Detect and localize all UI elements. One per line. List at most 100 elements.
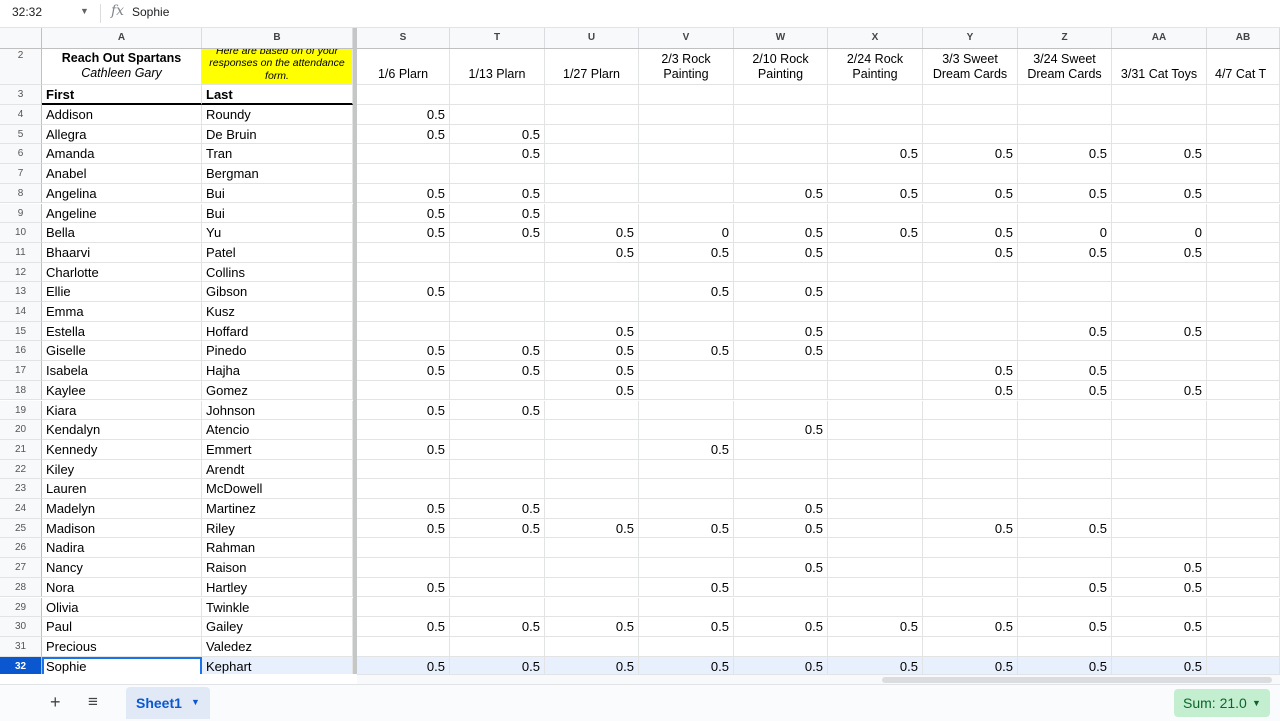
attendance-cell[interactable] <box>1018 479 1112 499</box>
attendance-cell[interactable] <box>545 105 639 125</box>
attendance-cell[interactable]: 0.5 <box>639 518 734 539</box>
attendance-cell[interactable] <box>639 400 734 421</box>
attendance-cell[interactable] <box>357 636 450 657</box>
attendance-cell[interactable]: 0.5 <box>1018 656 1112 674</box>
row-number[interactable]: 24 <box>0 499 42 519</box>
formula-input[interactable]: Sophie <box>132 5 169 19</box>
first-name-cell[interactable]: Anabel <box>42 164 202 184</box>
attendance-cell[interactable] <box>357 597 450 618</box>
attendance-cell[interactable] <box>545 577 639 598</box>
attendance-cell[interactable] <box>450 636 545 657</box>
name-box[interactable]: 32:32 <box>12 5 42 19</box>
attendance-cell[interactable]: 0.5 <box>923 223 1018 243</box>
attendance-cell[interactable]: 0.5 <box>450 499 545 519</box>
attendance-cell[interactable]: 0.5 <box>734 341 828 362</box>
attendance-cell[interactable]: 0.5 <box>357 105 450 125</box>
frozen-column-divider[interactable] <box>353 28 357 674</box>
attendance-cell[interactable]: 0.5 <box>545 617 639 637</box>
sum-dropdown-icon[interactable]: ▼ <box>1252 698 1261 708</box>
empty-cell[interactable] <box>545 85 639 105</box>
column-header-y[interactable]: Y <box>923 28 1018 48</box>
column-header-u[interactable]: U <box>545 28 639 48</box>
attendance-cell[interactable] <box>1018 538 1112 559</box>
attendance-cell[interactable]: 0.5 <box>1018 242 1112 263</box>
attendance-cell[interactable] <box>923 636 1018 657</box>
attendance-cell[interactable] <box>545 183 639 204</box>
attendance-cell[interactable]: 0.5 <box>450 400 545 421</box>
attendance-cell[interactable] <box>545 597 639 618</box>
attendance-cell[interactable]: 0.5 <box>545 242 639 263</box>
attendance-cell[interactable] <box>1112 262 1207 283</box>
attendance-cell[interactable]: 0.5 <box>828 617 923 637</box>
attendance-cell[interactable] <box>828 597 923 618</box>
attendance-cell[interactable]: 0.5 <box>545 223 639 243</box>
attendance-cell[interactable] <box>734 203 828 224</box>
note-cell[interactable]: Here are based on of your responses on t… <box>202 49 353 85</box>
attendance-cell[interactable] <box>357 538 450 559</box>
attendance-cell[interactable] <box>734 400 828 421</box>
attendance-cell[interactable] <box>1207 302 1280 322</box>
attendance-cell[interactable] <box>1112 518 1207 539</box>
attendance-cell[interactable] <box>734 459 828 480</box>
first-name-cell[interactable]: Amanda <box>42 144 202 165</box>
spreadsheet-grid[interactable]: A B S T U V W X Y Z AA AB 2 Reach Out Spartans Cathle… <box>0 28 1280 674</box>
attendance-cell[interactable]: 0.5 <box>450 518 545 539</box>
attendance-cell[interactable] <box>357 558 450 578</box>
first-name-cell[interactable]: Kennedy <box>42 439 202 460</box>
attendance-cell[interactable] <box>1112 302 1207 322</box>
attendance-cell[interactable]: 0.5 <box>357 518 450 539</box>
attendance-cell[interactable] <box>828 558 923 578</box>
attendance-cell[interactable] <box>1207 597 1280 618</box>
title-cell[interactable]: Reach Out Spartans Cathleen Gary <box>42 49 202 85</box>
attendance-cell[interactable] <box>923 400 1018 421</box>
attendance-cell[interactable]: 0.5 <box>828 183 923 204</box>
column-header-aa[interactable]: AA <box>1112 28 1207 48</box>
attendance-cell[interactable]: 0.5 <box>734 282 828 302</box>
first-name-cell[interactable]: Emma <box>42 302 202 322</box>
event-header[interactable]: 1/6 Plarn <box>357 49 450 85</box>
attendance-cell[interactable] <box>1207 400 1280 421</box>
attendance-cell[interactable] <box>1207 105 1280 125</box>
attendance-cell[interactable] <box>923 479 1018 499</box>
attendance-cell[interactable] <box>1018 203 1112 224</box>
attendance-cell[interactable]: 0.5 <box>923 144 1018 165</box>
last-name-cell[interactable]: Riley <box>202 518 353 539</box>
event-header[interactable]: 3/24 Sweet Dream Cards <box>1018 49 1112 85</box>
attendance-cell[interactable] <box>1112 361 1207 381</box>
attendance-cell[interactable] <box>1207 518 1280 539</box>
empty-cell[interactable] <box>1207 85 1280 105</box>
attendance-cell[interactable]: 0.5 <box>923 183 1018 204</box>
attendance-cell[interactable] <box>1112 479 1207 499</box>
attendance-cell[interactable] <box>1207 282 1280 302</box>
attendance-cell[interactable] <box>923 124 1018 145</box>
attendance-cell[interactable] <box>450 420 545 440</box>
attendance-cell[interactable] <box>450 105 545 125</box>
row-number[interactable]: 31 <box>0 636 42 657</box>
attendance-cell[interactable]: 0.5 <box>357 183 450 204</box>
attendance-cell[interactable] <box>1207 656 1280 674</box>
attendance-cell[interactable]: 0.5 <box>357 656 450 674</box>
attendance-cell[interactable] <box>545 124 639 145</box>
name-box-dropdown-icon[interactable]: ▼ <box>80 6 89 16</box>
last-name-cell[interactable]: Kusz <box>202 302 353 322</box>
last-name-cell[interactable]: Gomez <box>202 380 353 401</box>
attendance-cell[interactable] <box>828 302 923 322</box>
empty-cell[interactable] <box>639 85 734 105</box>
attendance-cell[interactable] <box>734 538 828 559</box>
row-number[interactable]: 7 <box>0 164 42 184</box>
column-header-x[interactable]: X <box>828 28 923 48</box>
attendance-cell[interactable] <box>639 105 734 125</box>
first-name-cell[interactable]: Kiley <box>42 459 202 480</box>
attendance-cell[interactable]: 0.5 <box>1112 380 1207 401</box>
attendance-cell[interactable] <box>1018 400 1112 421</box>
last-name-cell[interactable]: Hoffard <box>202 321 353 342</box>
attendance-cell[interactable] <box>923 538 1018 559</box>
row-number[interactable]: 2 <box>0 49 42 85</box>
attendance-cell[interactable] <box>1207 577 1280 598</box>
attendance-cell[interactable] <box>828 459 923 480</box>
attendance-cell[interactable]: 0.5 <box>1018 183 1112 204</box>
attendance-cell[interactable] <box>545 203 639 224</box>
attendance-cell[interactable] <box>450 321 545 342</box>
last-name-cell[interactable]: Martinez <box>202 499 353 519</box>
attendance-cell[interactable] <box>450 538 545 559</box>
